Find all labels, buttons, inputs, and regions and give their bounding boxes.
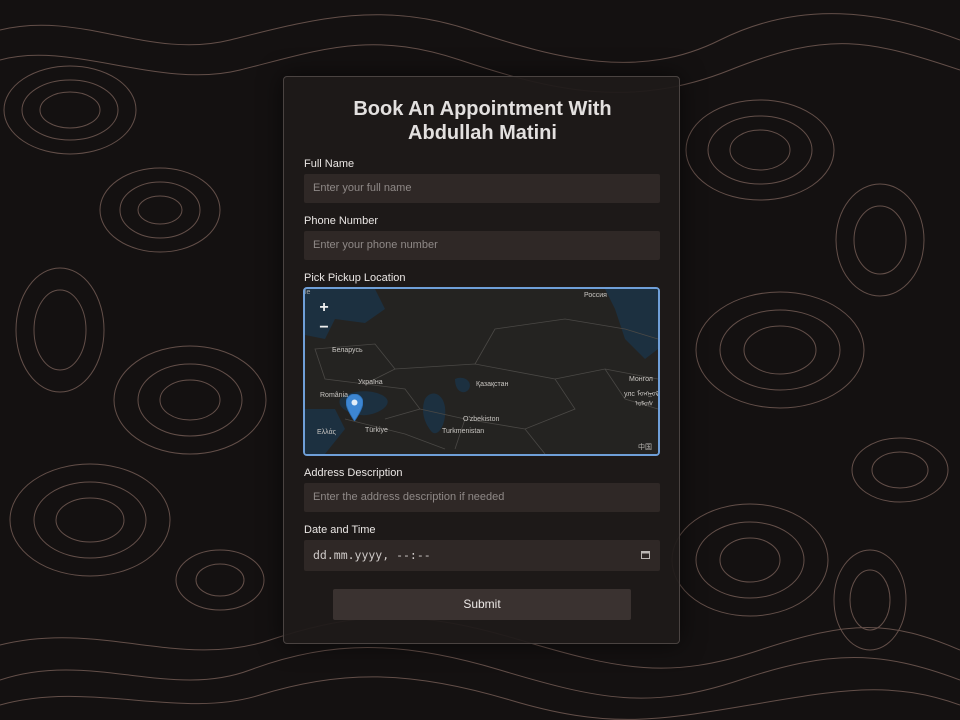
appointment-form-card: Book An Appointment With Abdullah Matini… bbox=[283, 76, 680, 644]
form-title: Book An Appointment With Abdullah Matini bbox=[353, 98, 612, 144]
zoom-in-button[interactable]: + bbox=[315, 299, 333, 317]
datetime-input[interactable]: dd.mm.yyyy, --:-- bbox=[304, 540, 660, 571]
map-attribution-right: 中国 bbox=[638, 444, 652, 451]
pickup-location-label: Pick Pickup Location bbox=[304, 272, 406, 284]
map-label-uzbekistan: O'zbekiston bbox=[463, 416, 500, 423]
pickup-location-map[interactable]: le + − Россия Беларусь Україна România Қ… bbox=[303, 287, 660, 456]
map-label-belarus: Беларусь bbox=[332, 347, 363, 354]
map-label-turkiye: Türkiye bbox=[365, 427, 388, 434]
datetime-label: Date and Time bbox=[304, 524, 376, 536]
zoom-out-button[interactable]: − bbox=[315, 319, 333, 337]
address-placeholder: Enter the address description if needed bbox=[313, 491, 505, 503]
map-label-kazakhstan: Қазақстан bbox=[476, 381, 509, 388]
phone-label: Phone Number bbox=[304, 215, 378, 227]
map-label-turkmenistan: Turkmenistan bbox=[442, 428, 485, 435]
address-input[interactable]: Enter the address description if needed bbox=[304, 483, 660, 512]
map-label-mongolia-3: ᠤᠯᠤᠰ bbox=[635, 401, 654, 408]
map-label-mongolia-1: Монгол bbox=[629, 376, 653, 383]
address-label: Address Description bbox=[304, 467, 403, 479]
datetime-value: dd.mm.yyyy, --:-- bbox=[313, 548, 431, 562]
full-name-label: Full Name bbox=[304, 158, 355, 170]
phone-placeholder: Enter your phone number bbox=[313, 239, 438, 251]
map-pin-icon[interactable] bbox=[346, 394, 363, 421]
full-name-input[interactable]: Enter your full name bbox=[304, 174, 660, 203]
map-attribution-left: le bbox=[305, 289, 311, 296]
submit-button[interactable]: Submit bbox=[333, 589, 631, 620]
calendar-icon[interactable] bbox=[641, 550, 650, 559]
map-label-greece: Ελλάς bbox=[317, 429, 336, 436]
full-name-placeholder: Enter your full name bbox=[313, 182, 412, 194]
map-label-ukraine: Україна bbox=[358, 379, 383, 386]
map-label-romania: România bbox=[320, 392, 349, 399]
phone-input[interactable]: Enter your phone number bbox=[304, 231, 660, 260]
map-label-russia: Россия bbox=[584, 292, 607, 299]
